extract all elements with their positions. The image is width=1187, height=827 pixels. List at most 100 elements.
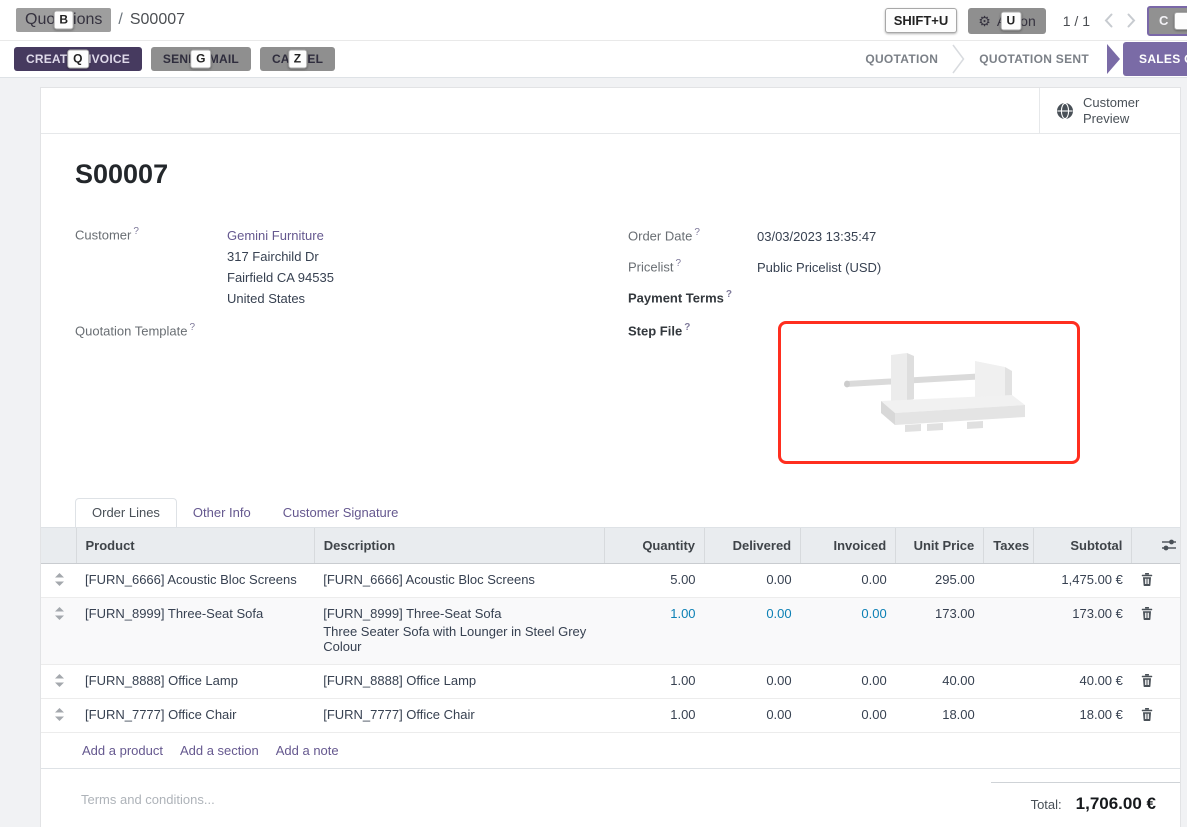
cell-invoiced[interactable]: 0.00 bbox=[801, 664, 896, 698]
send-email-button[interactable]: SEND EMAIL G bbox=[151, 47, 251, 71]
cell-quantity[interactable]: 1.00 bbox=[604, 664, 704, 698]
cell-product[interactable]: [FURN_7777] Office Chair bbox=[76, 698, 314, 732]
status-sales-order[interactable]: SALES ORDER bbox=[1123, 42, 1187, 76]
help-icon: ? bbox=[133, 226, 139, 237]
trash-icon[interactable] bbox=[1141, 708, 1150, 721]
status-quotation[interactable]: QUOTATION bbox=[847, 41, 956, 77]
table-row[interactable]: [FURN_8888] Office Lamp [FURN_8888] Offi… bbox=[41, 664, 1180, 698]
total-value: 1,706.00 € bbox=[1076, 794, 1156, 814]
cell-quantity[interactable]: 5.00 bbox=[604, 563, 704, 597]
cell-delete bbox=[1132, 597, 1152, 664]
action-menu-button[interactable]: ⚙ Action U bbox=[968, 8, 1045, 34]
total-block: Total: 1,706.00 € bbox=[991, 782, 1180, 814]
cell-taxes[interactable] bbox=[984, 698, 1034, 732]
cell-description[interactable]: [FURN_6666] Acoustic Bloc Screens bbox=[314, 563, 604, 597]
drag-handle-icon[interactable] bbox=[55, 607, 76, 620]
cell-taxes[interactable] bbox=[984, 563, 1034, 597]
order-date-value[interactable]: 03/03/2023 13:35:47 bbox=[757, 226, 876, 247]
kbd-hint-badge: Q bbox=[67, 50, 89, 69]
trash-icon[interactable] bbox=[1141, 573, 1150, 586]
customer-preview-button[interactable]: Customer Preview bbox=[1039, 88, 1180, 134]
add-a-note-link[interactable]: Add a note bbox=[276, 743, 339, 758]
cell-quantity[interactable]: 1.00 bbox=[604, 698, 704, 732]
cell-invoiced[interactable]: 0.00 bbox=[801, 563, 896, 597]
col-taxes[interactable]: Taxes bbox=[984, 528, 1034, 563]
pager-previous-icon[interactable] bbox=[1104, 13, 1113, 28]
col-invoiced[interactable]: Invoiced bbox=[801, 528, 896, 563]
cell-taxes[interactable] bbox=[984, 597, 1034, 664]
cell-delivered[interactable]: 0.00 bbox=[705, 698, 801, 732]
field-step-file: Step File? bbox=[628, 321, 1080, 464]
status-quotation-sent[interactable]: QUOTATION SENT bbox=[961, 41, 1107, 77]
pricelist-value[interactable]: Public Pricelist (USD) bbox=[757, 257, 881, 278]
cell-delete bbox=[1132, 563, 1152, 597]
tab-customer-signature[interactable]: Customer Signature bbox=[267, 499, 415, 527]
create-invoice-button[interactable]: CREATE INVOICE Q bbox=[14, 47, 142, 71]
col-delivered[interactable]: Delivered bbox=[705, 528, 801, 563]
step-file-label: Step File? bbox=[628, 321, 757, 464]
row-handle-cell bbox=[41, 563, 76, 597]
breadcrumb-separator: / bbox=[118, 11, 122, 29]
cell-description[interactable]: [FURN_8999] Three-Seat SofaThree Seater … bbox=[314, 597, 604, 664]
cell-subtotal: 40.00 € bbox=[1034, 664, 1132, 698]
table-row[interactable]: [FURN_6666] Acoustic Bloc Screens [FURN_… bbox=[41, 563, 1180, 597]
optional-columns-toggle[interactable] bbox=[1152, 528, 1180, 563]
pager-next-icon[interactable] bbox=[1127, 13, 1136, 28]
tab-order-lines[interactable]: Order Lines bbox=[75, 498, 177, 527]
add-a-section-link[interactable]: Add a section bbox=[180, 743, 259, 758]
cell-description[interactable]: [FURN_8888] Office Lamp bbox=[314, 664, 604, 698]
customer-link[interactable]: Gemini Furniture bbox=[227, 228, 324, 243]
drag-handle-icon[interactable] bbox=[55, 674, 76, 687]
customer-label: Customer? bbox=[75, 225, 227, 309]
terms-and-conditions-input[interactable]: Terms and conditions... bbox=[81, 792, 215, 807]
customer-address-line: 317 Fairchild Dr bbox=[227, 246, 334, 267]
cell-quantity[interactable]: 1.00 bbox=[604, 597, 704, 664]
field-order-date: Order Date? 03/03/2023 13:35:47 bbox=[628, 226, 1080, 247]
cell-product[interactable]: [FURN_6666] Acoustic Bloc Screens bbox=[76, 563, 314, 597]
cell-invoiced[interactable]: 0.00 bbox=[801, 597, 896, 664]
col-description[interactable]: Description bbox=[314, 528, 604, 563]
table-row[interactable]: [FURN_7777] Office Chair [FURN_7777] Off… bbox=[41, 698, 1180, 732]
table-row[interactable]: [FURN_8999] Three-Seat Sofa [FURN_8999] … bbox=[41, 597, 1180, 664]
breadcrumb-quotations[interactable]: Quotations B bbox=[16, 8, 111, 32]
cell-unit-price[interactable]: 173.00 bbox=[896, 597, 984, 664]
drag-handle-icon[interactable] bbox=[55, 708, 76, 721]
help-icon: ? bbox=[726, 289, 732, 300]
form-sheet: Customer Preview S00007 Customer? Gemini… bbox=[40, 87, 1181, 827]
delete-column-header bbox=[1132, 528, 1152, 563]
step-file-image[interactable] bbox=[778, 321, 1080, 464]
trash-icon[interactable] bbox=[1141, 607, 1150, 620]
row-handle-cell bbox=[41, 664, 76, 698]
col-product[interactable]: Product bbox=[76, 528, 314, 563]
sheet-footer: Terms and conditions... Total: 1,706.00 … bbox=[41, 769, 1180, 827]
pricelist-label: Pricelist? bbox=[628, 257, 757, 278]
drag-handle-icon[interactable] bbox=[55, 573, 76, 586]
cell-unit-price[interactable]: 18.00 bbox=[896, 698, 984, 732]
cell-unit-price[interactable]: 295.00 bbox=[896, 563, 984, 597]
cell-delivered[interactable]: 0.00 bbox=[705, 664, 801, 698]
trash-icon[interactable] bbox=[1141, 674, 1150, 687]
col-unit-price[interactable]: Unit Price bbox=[896, 528, 984, 563]
edge-clipped-button[interactable]: C bbox=[1147, 6, 1187, 36]
cell-invoiced[interactable]: 0.00 bbox=[801, 698, 896, 732]
add-a-product-link[interactable]: Add a product bbox=[82, 743, 163, 758]
col-subtotal[interactable]: Subtotal bbox=[1034, 528, 1132, 563]
tab-other-info[interactable]: Other Info bbox=[177, 499, 267, 527]
col-quantity[interactable]: Quantity bbox=[604, 528, 704, 563]
row-handle-cell bbox=[41, 698, 76, 732]
cell-product[interactable]: [FURN_8888] Office Lamp bbox=[76, 664, 314, 698]
kbd-hint-badge: B bbox=[53, 11, 74, 30]
cell-unit-price[interactable]: 40.00 bbox=[896, 664, 984, 698]
record-title[interactable]: S00007 bbox=[75, 159, 1180, 190]
quotation-template-label: Quotation Template? bbox=[75, 321, 227, 338]
cell-description[interactable]: [FURN_7777] Office Chair bbox=[314, 698, 604, 732]
cell-product[interactable]: [FURN_8999] Three-Seat Sofa bbox=[76, 597, 314, 664]
cell-delivered[interactable]: 0.00 bbox=[705, 563, 801, 597]
field-customer: Customer? Gemini Furniture 317 Fairchild… bbox=[75, 225, 334, 309]
cell-taxes[interactable] bbox=[984, 664, 1034, 698]
customer-address-line: Fairfield CA 94535 bbox=[227, 267, 334, 288]
cancel-button[interactable]: CANCEL Z bbox=[260, 47, 335, 71]
cell-spacer bbox=[1152, 597, 1180, 664]
cell-delivered[interactable]: 0.00 bbox=[705, 597, 801, 664]
total-label: Total: bbox=[1031, 797, 1062, 812]
